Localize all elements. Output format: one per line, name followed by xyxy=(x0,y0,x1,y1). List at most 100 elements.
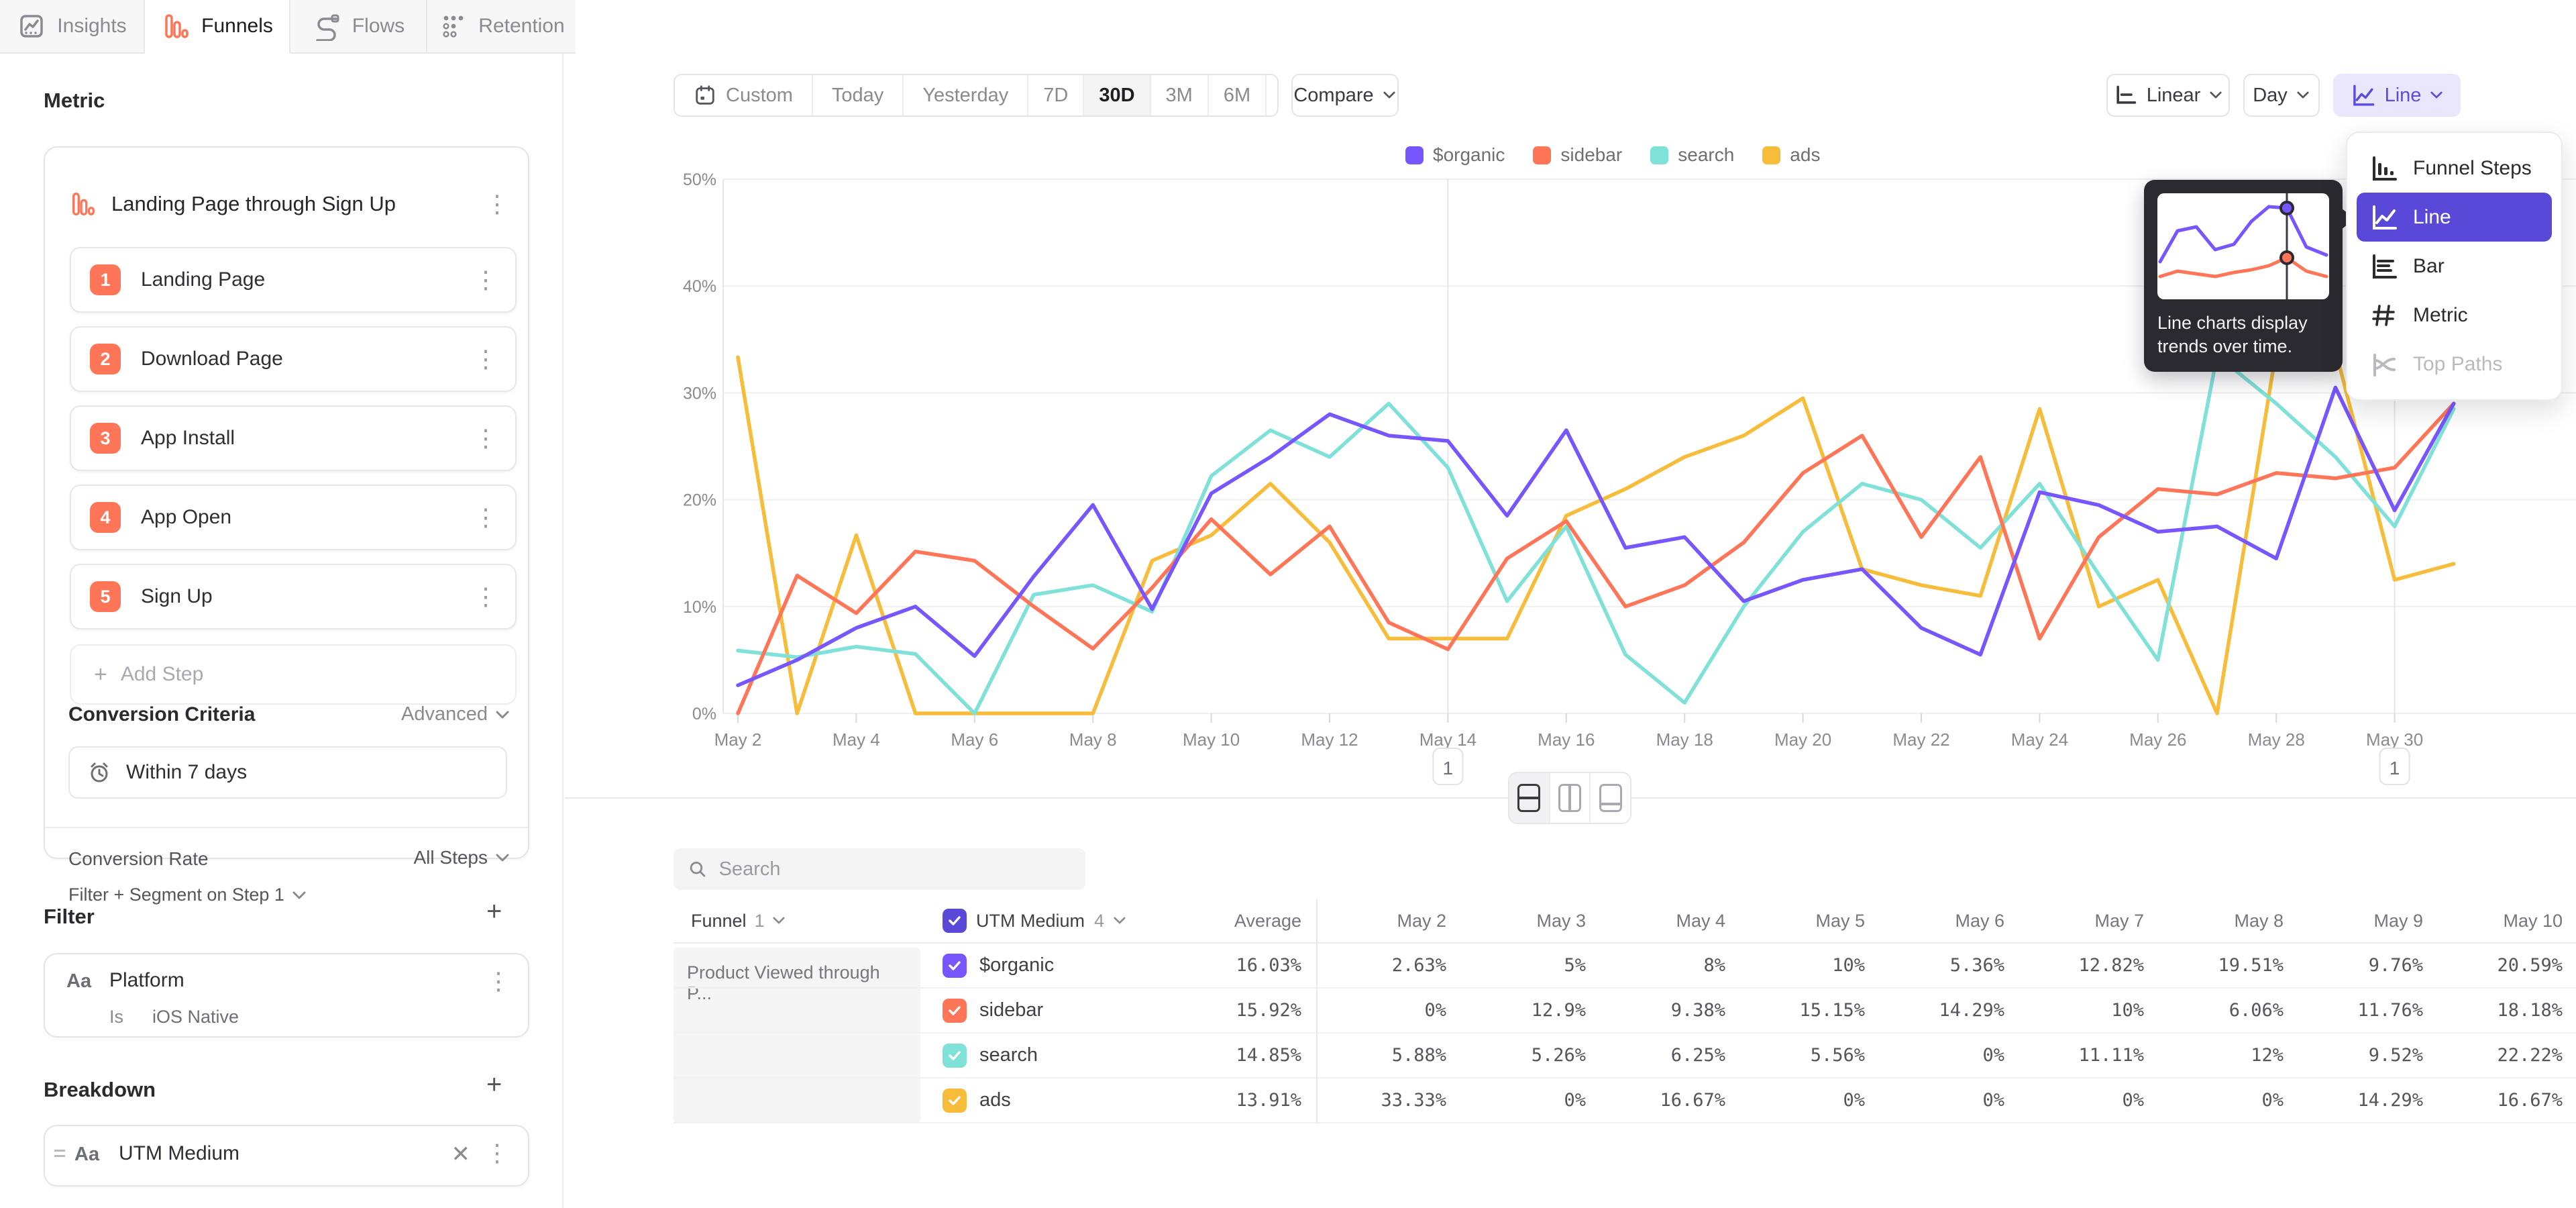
menu-item-bar[interactable]: Bar xyxy=(2357,242,2552,291)
date-column-header[interactable]: May 5 xyxy=(1735,911,1874,932)
add-step-button[interactable]: + Add Step xyxy=(70,644,517,705)
svg-text:May 16: May 16 xyxy=(1538,729,1595,750)
funnel-step-1[interactable]: 1Landing Page⋮ xyxy=(70,247,517,313)
layout-bottom-panel-button[interactable] xyxy=(1591,773,1630,823)
filter-value[interactable]: iOS Native xyxy=(152,1007,239,1027)
metric-kebab-icon[interactable]: ⋮ xyxy=(485,192,509,216)
step-number-badge: 4 xyxy=(90,502,121,533)
breakdown-property[interactable]: UTM Medium xyxy=(119,1142,239,1165)
funnel-step-2[interactable]: 2Download Page⋮ xyxy=(70,326,517,392)
date-column-header[interactable]: May 2 xyxy=(1316,911,1456,932)
metric-title[interactable]: Landing Page through Sign Up xyxy=(111,192,396,216)
range-30d[interactable]: 30D xyxy=(1084,75,1150,115)
step-kebab-icon[interactable]: ⋮ xyxy=(474,347,498,371)
step-kebab-icon[interactable]: ⋮ xyxy=(474,426,498,450)
row-checkbox[interactable] xyxy=(943,999,967,1023)
select-all-checkbox[interactable] xyxy=(943,909,967,933)
row-label: $organic xyxy=(979,954,1054,976)
filter-property[interactable]: Platform xyxy=(109,969,184,992)
row-checkbox[interactable] xyxy=(943,954,967,978)
date-column-header[interactable]: May 3 xyxy=(1456,911,1595,932)
step-kebab-icon[interactable]: ⋮ xyxy=(474,505,498,530)
table-cell: 0% xyxy=(2153,1090,2293,1111)
check-icon xyxy=(947,913,962,928)
menu-item-funnel-steps[interactable]: Funnel Steps xyxy=(2357,144,2552,193)
row-checkbox[interactable] xyxy=(943,1044,967,1068)
date-column-header[interactable]: May 4 xyxy=(1595,911,1735,932)
table-cell: 5.56% xyxy=(1735,1045,1874,1066)
add-breakdown-button[interactable]: + xyxy=(486,1074,502,1095)
row-checkbox[interactable] xyxy=(943,1089,967,1113)
step-kebab-icon[interactable]: ⋮ xyxy=(474,268,498,292)
breakdown-kebab-icon[interactable]: ⋮ xyxy=(485,1141,509,1165)
search-input[interactable] xyxy=(719,858,1071,880)
tab-retention[interactable]: Retention xyxy=(427,0,576,54)
series-ads[interactable] xyxy=(738,350,2454,713)
advanced-dropdown[interactable]: Advanced xyxy=(401,703,509,725)
funnel-step-4[interactable]: 4App Open⋮ xyxy=(70,485,517,550)
range-7d[interactable]: 7D xyxy=(1028,75,1084,115)
date-column-header[interactable]: May 7 xyxy=(2014,911,2153,932)
step-kebab-icon[interactable]: ⋮ xyxy=(474,585,498,609)
funnel-step-5[interactable]: 5Sign Up⋮ xyxy=(70,564,517,630)
table-row-organic[interactable]: $organic16.03%2.63%5%8%10%5.36%12.82%19.… xyxy=(674,944,2576,989)
date-column-header[interactable]: May 8 xyxy=(2153,911,2293,932)
table-row-search[interactable]: search14.85%5.88%5.26%6.25%5.56%0%11.11%… xyxy=(674,1034,2576,1078)
filter-operator[interactable]: Is xyxy=(109,1007,123,1027)
table-cell: 9.38% xyxy=(1595,1000,1735,1021)
series-search[interactable] xyxy=(738,356,2454,713)
tab-flows[interactable]: Flows xyxy=(290,0,427,54)
table-row-sidebar[interactable]: sidebar15.92%0%12.9%9.38%15.15%14.29%10%… xyxy=(674,989,2576,1034)
range-3m[interactable]: 3M xyxy=(1151,75,1209,115)
funnel-step-3[interactable]: 3App Install⋮ xyxy=(70,405,517,471)
date-column-header[interactable]: May 6 xyxy=(1874,911,2014,932)
table-row-ads[interactable]: ads13.91%33.33%0%16.67%0%0%0%0%14.29%16.… xyxy=(674,1078,2576,1123)
report-type-tabbar: Insights Funnels Flows Retention xyxy=(0,0,576,54)
tooltip-mini-chart xyxy=(2157,193,2329,299)
average-value: 14.85% xyxy=(1167,1045,1301,1066)
conversion-criteria-header: Conversion Criteria xyxy=(68,703,255,726)
conversion-window-control[interactable]: Within 7 days xyxy=(68,746,507,799)
range-6m[interactable]: 6M xyxy=(1209,75,1267,115)
chart-type-button[interactable]: Line xyxy=(2333,74,2461,117)
funnel-column-header[interactable]: Funnel 1 xyxy=(691,911,786,932)
add-filter-button[interactable]: + xyxy=(486,901,502,922)
table-cell: 5.26% xyxy=(1456,1045,1595,1066)
table-cell: 18.18% xyxy=(2432,1000,2572,1021)
average-column-header[interactable]: Average xyxy=(1167,911,1301,932)
layout-toggle-group xyxy=(1508,772,1631,824)
menu-item-line[interactable]: Line xyxy=(2357,193,2552,242)
tab-funnels[interactable]: Funnels xyxy=(145,0,290,54)
menu-item-metric[interactable]: Metric xyxy=(2357,291,2552,340)
series-organic[interactable] xyxy=(738,387,2454,685)
breakdown-col-label: UTM Medium xyxy=(976,911,1085,932)
svg-text:May 26: May 26 xyxy=(2129,729,2186,750)
tab-insights[interactable]: Insights xyxy=(0,0,145,54)
range-yesterday[interactable]: Yesterday xyxy=(904,75,1028,115)
date-column-header[interactable]: May 10 xyxy=(2432,911,2572,932)
scale-button[interactable]: Linear xyxy=(2106,74,2230,117)
remove-breakdown-icon[interactable]: ✕ xyxy=(451,1141,471,1168)
layout-split-vertical-button[interactable] xyxy=(1550,773,1591,823)
annotation-badge-may-14[interactable]: 1 xyxy=(1433,748,1462,785)
filter-kebab-icon[interactable]: ⋮ xyxy=(486,969,511,993)
range-today[interactable]: Today xyxy=(813,75,904,115)
tab-flows-label: Flows xyxy=(352,15,405,38)
interval-button[interactable]: Day xyxy=(2243,74,2320,117)
filter-card[interactable]: Aa Platform ⋮ Is iOS Native xyxy=(44,953,529,1038)
table-cell: 11.76% xyxy=(2293,1000,2432,1021)
annotation-badge-may-30[interactable]: 1 xyxy=(2380,748,2410,785)
table-cell: 33.33% xyxy=(1316,1090,1456,1111)
step-label: Landing Page xyxy=(141,268,474,291)
range-12m[interactable]: 12M xyxy=(1267,75,1279,115)
conversion-rate-dropdown[interactable]: All Steps xyxy=(414,847,510,868)
drag-handle-icon[interactable] xyxy=(54,1146,65,1160)
layout-split-horizontal-button[interactable] xyxy=(1509,773,1550,823)
filter-segment-dropdown[interactable]: Filter + Segment on Step 1 xyxy=(68,885,306,905)
compare-button[interactable]: Compare xyxy=(1291,74,1399,117)
funnel-col-label: Funnel xyxy=(691,911,747,932)
breakdown-column-header[interactable]: UTM Medium 4 xyxy=(943,909,1127,933)
date-column-header[interactable]: May 9 xyxy=(2293,911,2432,932)
breakdown-card[interactable]: Aa UTM Medium ✕ ⋮ xyxy=(44,1125,529,1187)
range-custom[interactable]: Custom xyxy=(675,75,813,115)
